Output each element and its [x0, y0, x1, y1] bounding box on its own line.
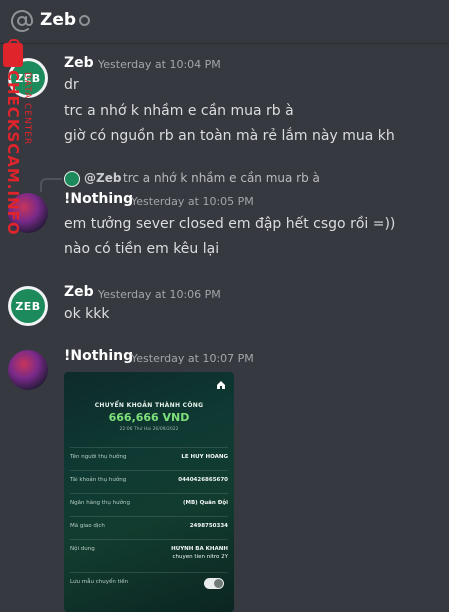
avatar-label: ZEB	[15, 299, 41, 313]
receipt-title: CHUYỂN KHOẢN THÀNH CÔNG	[94, 402, 204, 409]
message-text: giờ có nguồn rb an toàn mà rẻ lắm này mu…	[64, 128, 395, 144]
receipt-label: Tài khoản thụ hưởng	[70, 477, 127, 483]
reply-preview[interactable]: trc a nhớ k nhầm e cần mua rb à	[123, 171, 320, 185]
avatar[interactable]	[8, 350, 48, 390]
channel-title: Zeb	[40, 10, 77, 30]
receipt-label: Mã giao dịch	[70, 523, 105, 529]
message-timestamp: Yesterday at 10:05 PM	[131, 195, 254, 208]
message-timestamp: Yesterday at 10:06 PM	[98, 288, 221, 301]
message-text: nào có tiền em kêu lại	[64, 241, 220, 257]
save-template-toggle	[204, 578, 224, 589]
channel-header: Zeb	[0, 0, 449, 44]
receipt-value: LE HUY HOANG	[181, 454, 228, 460]
receipt-value: 0440426865670	[178, 477, 228, 483]
receipt-row: Tài khoản thụ hưởng 0440426865670	[70, 470, 228, 483]
receipt-value: HUYNH BA KHANH	[171, 546, 228, 552]
receipt-amount: 666,666 VND	[108, 411, 190, 424]
receipt-label: Ngân hàng thụ hưởng	[70, 500, 130, 506]
receipt-row: Mã giao dịch 2498750334	[70, 516, 228, 529]
message-text: trc a nhớ k nhầm e cần mua rb à	[64, 103, 294, 119]
image-attachment[interactable]: CHUYỂN KHOẢN THÀNH CÔNG 666,666 VND 22:0…	[64, 372, 234, 612]
receipt-row: Nội dung HUYNH BA KHANH chuyen tien nitr…	[70, 539, 228, 570]
watermark-text: CHECKSCAM.INFO	[4, 70, 22, 236]
receipt-value: (MB) Quân Đội	[182, 500, 228, 506]
receipt-label: Lưu mẫu chuyển tiền	[70, 579, 129, 585]
home-icon	[217, 381, 225, 389]
username[interactable]: Zeb	[64, 55, 94, 71]
reply-avatar	[64, 171, 80, 187]
username[interactable]: Zeb	[64, 284, 94, 300]
message-timestamp: Yesterday at 10:04 PM	[98, 58, 221, 71]
receipt-value: chuyen tien nitro 2Y	[172, 554, 228, 560]
watermark-logo	[3, 39, 23, 67]
message-timestamp: Yesterday at 10:07 PM	[131, 352, 254, 365]
receipt-row: Tên người thụ hưởng LE HUY HOANG	[70, 447, 228, 460]
reply-connector	[40, 178, 62, 192]
receipt-label: Nội dung	[70, 546, 95, 552]
receipt-value: 2498750334	[189, 523, 228, 529]
at-sign-icon	[11, 10, 33, 32]
username[interactable]: !Nothing	[64, 191, 133, 207]
message-text: dr	[64, 77, 79, 93]
receipt-row: Lưu mẫu chuyển tiền	[70, 572, 228, 585]
username[interactable]: !Nothing	[64, 348, 133, 364]
message-text: em tưởng sever closed em đập hết csgo rồ…	[64, 216, 396, 232]
reply-author[interactable]: @Zeb	[84, 171, 121, 185]
receipt-datetime: 22:06 Thứ Hai 26/09/2022	[119, 427, 179, 432]
receipt-row: Ngân hàng thụ hưởng (MB) Quân Đội	[70, 493, 228, 506]
avatar[interactable]: ZEB	[8, 286, 48, 326]
watermark-subtext: DATA CENTER	[22, 72, 32, 146]
receipt-label: Tên người thụ hưởng	[70, 454, 127, 460]
offline-status-icon	[79, 15, 90, 26]
message-text: ok kkk	[64, 306, 110, 322]
